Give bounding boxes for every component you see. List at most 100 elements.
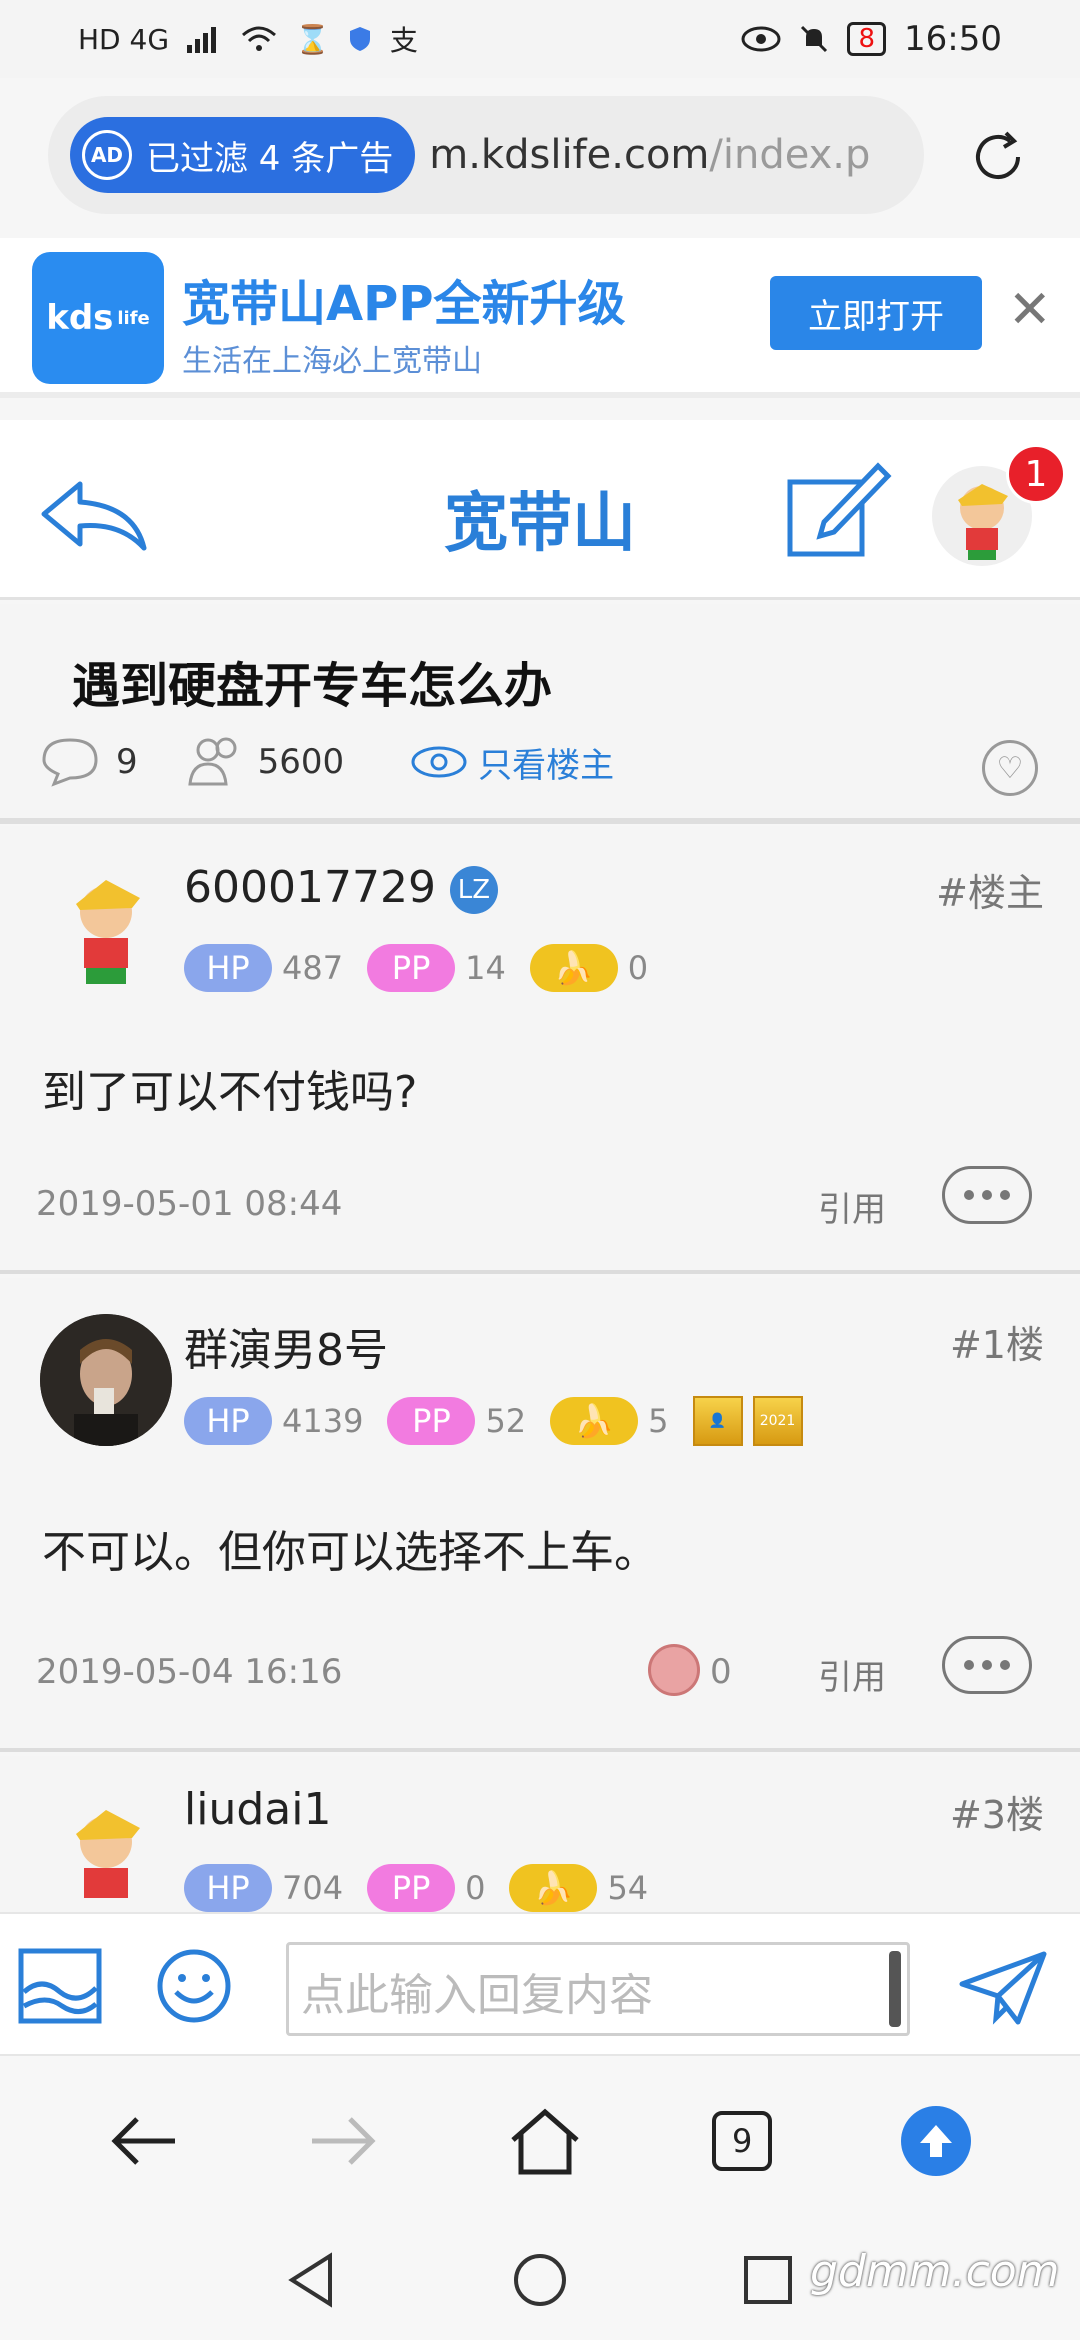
status-right: 8 16:50 [741,19,1002,59]
post-floor: #1楼 [949,1323,1044,1367]
compose-icon[interactable] [784,456,894,566]
ad-block-icon: AD [82,130,132,180]
logo-sub: life [117,307,150,329]
system-home-icon[interactable] [512,2252,568,2308]
hp-tag: HP [184,1864,272,1912]
hourglass-icon: ⌛ [295,22,330,56]
more-options-icon[interactable] [942,1636,1032,1694]
url-host: m.kdslife.com [429,132,710,178]
tabs-count-icon[interactable]: 9 [712,2111,773,2171]
favorite-heart-icon[interactable]: ♡ [982,740,1038,796]
like-count: 0 [710,1652,732,1692]
status-bar: HD 4G ⌛ 支 8 16:50 [0,0,1080,78]
more-options-icon[interactable] [942,1166,1032,1224]
thread-title: 遇到硬盘开专车怎么办 [72,658,553,714]
status-time: 16:50 [904,19,1002,59]
banana-value: 0 [627,949,649,987]
system-navigation: gdmm.com [0,2226,1080,2340]
signal-icon [187,27,217,53]
cartoon-avatar-icon [76,880,140,984]
ad-filter-label: 已过滤 4 条广告 [146,138,394,179]
post-username[interactable]: liudai1 [184,1784,331,1835]
user-stats: HP 487 PP 14 🍌 0 [184,944,662,992]
post-op: 600017729 LZ #楼主 HP 487 PP 14 🍌 0 到了可以不付钱吗?… [0,826,1080,1274]
page-title: 宽带山 [444,487,636,561]
banana-icon: 🍌 [509,1864,598,1912]
site-header: 宽带山 1 [0,420,1080,600]
post-username[interactable]: 600017729 LZ [184,862,498,914]
system-recents-icon[interactable] [742,2254,794,2306]
post-floor-1: 群演男8号 #1楼 HP 4139 PP 52 🍌 5 👤 2021 不可以。但你可以… [0,1278,1080,1752]
arrow-up-icon [920,2125,953,2157]
app-promo-banner: kds life 宽带山APP全新升级 生活在上海必上宽带山 立即打开 ✕ [0,238,1080,398]
post-floor: #3楼 [949,1793,1044,1837]
cartoon-avatar-icon [76,1810,140,1898]
home-icon[interactable] [507,2106,583,2176]
pp-value: 14 [465,949,506,987]
logo-text: kds [46,298,114,338]
banana-value: 5 [648,1402,669,1440]
hp-tag: HP [184,1397,272,1445]
post-content: 到了可以不付钱吗? [42,1067,418,1118]
reply-placeholder: 点此输入回复内容 [301,1970,653,2021]
medal-icon: 👤 [692,1396,743,1446]
quote-button[interactable]: 引用 [818,1650,886,1699]
alipay-icon: 支 [389,24,418,57]
kds-logo: kds life [32,252,164,384]
status-left: HD 4G ⌛ 支 [78,19,418,59]
post-avatar[interactable] [40,1796,172,1928]
reload-icon[interactable] [966,125,1030,189]
user-stats: HP 704 PP 0 🍌 54 [184,1864,662,1912]
post-avatar[interactable] [40,1314,172,1446]
pp-tag: PP [367,1864,456,1912]
post-avatar[interactable] [40,866,172,998]
post-floor: #楼主 [936,871,1044,915]
battery-indicator: 8 [847,22,887,56]
pp-value: 0 [465,1869,486,1907]
banana-icon: 🍌 [550,1397,639,1445]
photo-avatar-icon [40,1314,172,1446]
post-floor-3: liudai1 #3楼 HP 704 PP 0 🍌 54 [0,1756,1080,1916]
comment-count: 9 [116,742,138,782]
post-username[interactable]: 群演男8号 [184,1314,388,1378]
back-icon[interactable] [109,2111,179,2171]
url-path: /index.p [709,132,871,178]
browser-navigation: 9 [0,2056,1080,2226]
scroll-top-icon[interactable] [901,2106,972,2176]
close-banner-icon[interactable]: ✕ [1008,280,1052,340]
quote-button[interactable]: 引用 [818,1182,886,1231]
scroll-handle[interactable] [889,1951,901,2027]
users-icon [187,737,237,786]
emoji-icon[interactable] [156,1948,232,2024]
banana-value: 54 [607,1869,649,1907]
forward-icon[interactable] [308,2111,378,2171]
medal-2021-icon: 2021 [752,1396,803,1446]
post-content: 不可以。但你可以选择不上车。 [42,1527,658,1578]
user-stats: HP 4139 PP 52 🍌 5 👤 2021 [184,1396,803,1446]
ad-filter-pill[interactable]: AD 已过滤 4 条广告 [70,117,416,193]
reply-input[interactable]: 点此输入回复内容 [286,1942,910,2036]
view-eye-icon[interactable] [410,742,468,782]
system-back-icon[interactable] [286,2252,336,2308]
image-upload-icon[interactable] [18,1948,102,2024]
notification-badge: 1 [1006,444,1066,504]
hp-value: 487 [282,949,344,987]
address-bar[interactable]: AD 已过滤 4 条广告 m.kdslife.com/index.p [48,96,924,214]
watermark: gdmm.com [810,2246,1060,2297]
reply-bar: 点此输入回复内容 [0,1912,1080,2056]
battery-level: 8 [858,24,876,54]
promo-subtitle: 生活在上海必上宽带山 [182,344,482,379]
thread-stats: 9 5600 只看楼主 [40,734,614,790]
like-icon[interactable] [648,1644,700,1696]
only-op-link[interactable]: 只看楼主 [478,738,614,787]
promo-title: 宽带山APP全新升级 [182,276,626,332]
shield-icon [349,27,370,51]
hp-value: 4139 [282,1402,364,1440]
send-icon[interactable] [958,1950,1048,2026]
pp-tag: PP [387,1397,476,1445]
mute-bell-icon [801,25,828,53]
eye-icon [741,26,781,52]
pp-value: 52 [485,1402,527,1440]
url-text[interactable]: m.kdslife.com/index.p [429,132,899,178]
open-app-button[interactable]: 立即打开 [770,276,982,350]
